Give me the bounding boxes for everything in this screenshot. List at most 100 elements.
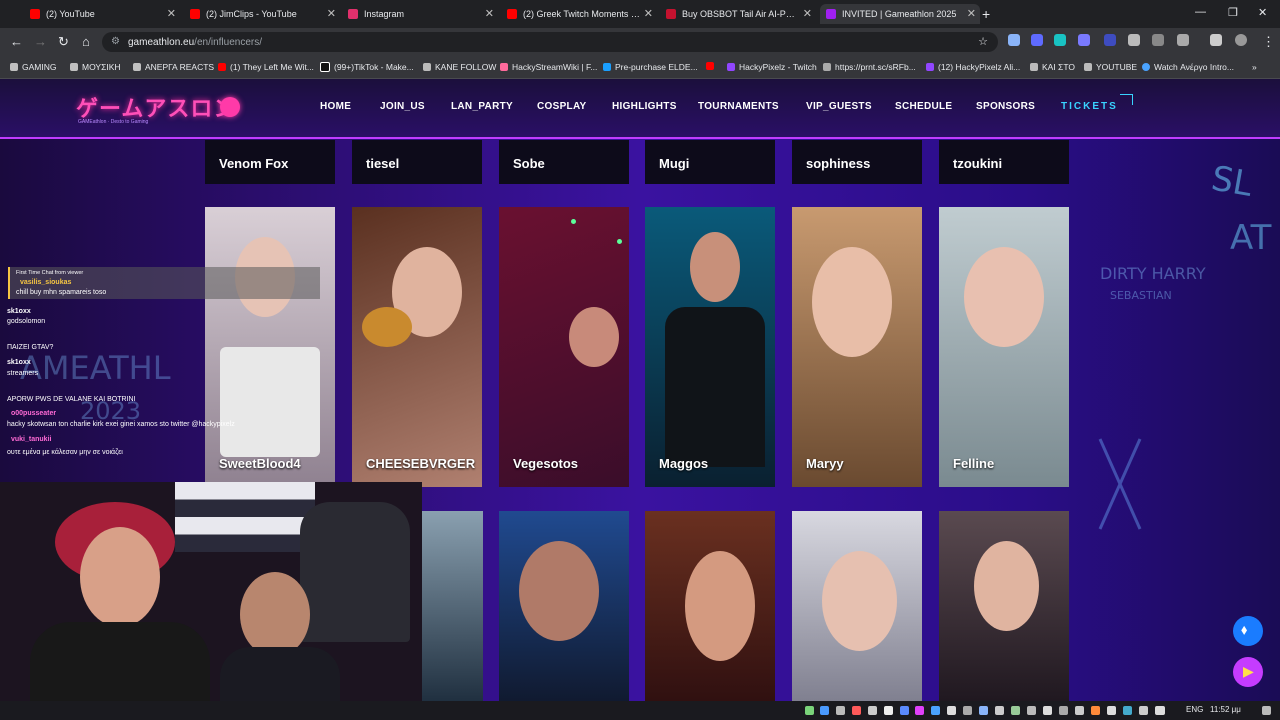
close-tab-icon[interactable]: ✕ bbox=[803, 7, 812, 20]
tray-icon[interactable] bbox=[1027, 706, 1036, 715]
influencer-card[interactable]: Sobe bbox=[499, 140, 629, 184]
tray-icon[interactable] bbox=[963, 706, 972, 715]
tray-icon[interactable] bbox=[900, 706, 909, 715]
extension-icon[interactable] bbox=[1054, 34, 1066, 46]
nav-tournaments[interactable]: TOURNAMENTS bbox=[698, 101, 779, 112]
extension-icon[interactable] bbox=[1031, 34, 1043, 46]
influencer-card[interactable]: tzoukini bbox=[939, 140, 1069, 184]
extension-icon[interactable] bbox=[1078, 34, 1090, 46]
tray-icon[interactable] bbox=[947, 706, 956, 715]
tab-youtube[interactable]: (2) YouTube ✕ bbox=[30, 4, 180, 24]
tab-instagram[interactable]: Instagram ✕ bbox=[348, 4, 498, 24]
nav-vip-guests[interactable]: VIP_GUESTS bbox=[806, 101, 872, 112]
bookmark-item[interactable]: HackyPixelz - Twitch bbox=[727, 62, 817, 72]
tray-icon[interactable] bbox=[836, 706, 845, 715]
more-bookmarks-icon[interactable]: » bbox=[1252, 62, 1257, 72]
tray-icon[interactable] bbox=[915, 706, 924, 715]
reload-icon[interactable]: ↻ bbox=[58, 34, 69, 50]
extension-icon[interactable] bbox=[1104, 34, 1116, 46]
mascot-badge-icon[interactable] bbox=[220, 97, 240, 117]
profile-avatar[interactable] bbox=[1235, 34, 1247, 46]
new-tab-icon[interactable]: + bbox=[982, 6, 990, 22]
volume-icon[interactable] bbox=[1043, 706, 1052, 715]
tray-icon[interactable] bbox=[931, 706, 940, 715]
influencer-card[interactable] bbox=[792, 511, 922, 701]
extension-icon[interactable] bbox=[1008, 34, 1020, 46]
extensions-puzzle-icon[interactable] bbox=[1177, 34, 1189, 46]
close-tab-icon[interactable]: ✕ bbox=[644, 7, 653, 20]
bookmark-item[interactable]: Watch Ανέργο Intro... bbox=[1142, 62, 1234, 72]
tray-icon[interactable] bbox=[1059, 706, 1068, 715]
site-info-icon[interactable]: ⚙ bbox=[111, 36, 120, 47]
bookmark-item[interactable]: YOUTUBE bbox=[1084, 62, 1137, 72]
influencer-card[interactable]: Maryy bbox=[792, 207, 922, 487]
nav-sponsors[interactable]: SPONSORS bbox=[976, 101, 1035, 112]
menu-icon[interactable]: ⋮ bbox=[1262, 34, 1275, 50]
nav-highlights[interactable]: HIGHLIGHTS bbox=[612, 101, 677, 112]
influencer-card[interactable] bbox=[939, 511, 1069, 701]
tab-gameathlon[interactable]: INVITED | Gameathlon 2025 ✕ bbox=[820, 4, 980, 24]
close-window-icon[interactable]: ✕ bbox=[1258, 6, 1267, 19]
minimize-icon[interactable]: — bbox=[1195, 6, 1206, 18]
influencer-card[interactable]: Vegesotos bbox=[499, 207, 629, 487]
influencer-card[interactable] bbox=[499, 511, 629, 701]
tray-icon[interactable] bbox=[868, 706, 877, 715]
language-indicator[interactable]: ENG bbox=[1186, 705, 1203, 714]
tray-icon[interactable] bbox=[1139, 706, 1148, 715]
bookmark-item[interactable]: HackyStreamWiki | F... bbox=[500, 62, 597, 72]
back-icon[interactable]: ← bbox=[10, 34, 23, 49]
bookmark-folder[interactable]: GAMING bbox=[10, 62, 56, 72]
bookmark-item[interactable]: https://prnt.sc/sRFb... bbox=[823, 62, 916, 72]
extension-icon[interactable] bbox=[1152, 34, 1164, 46]
bookmark-item[interactable]: KANE FOLLOW bbox=[423, 62, 496, 72]
play-fab-button[interactable]: ▶ bbox=[1233, 657, 1263, 687]
bookmark-item[interactable]: Pre-purchase ELDE... bbox=[603, 62, 698, 72]
home-icon[interactable]: ⌂ bbox=[82, 34, 90, 49]
close-tab-icon[interactable]: ✕ bbox=[967, 7, 976, 20]
tray-icon[interactable] bbox=[805, 706, 814, 715]
nav-schedule[interactable]: SCHEDULE bbox=[895, 101, 952, 112]
tray-icon[interactable] bbox=[979, 706, 988, 715]
influencer-card[interactable]: Mugi bbox=[645, 140, 775, 184]
nav-tickets[interactable]: TICKETS bbox=[1061, 101, 1118, 112]
restore-icon[interactable]: ❐ bbox=[1228, 6, 1238, 19]
clock[interactable]: 11:52 μμ bbox=[1210, 705, 1241, 714]
address-bar[interactable]: ⚙ gameathlon.eu/en/influencers/ ☆ bbox=[102, 32, 998, 52]
close-tab-icon[interactable]: ✕ bbox=[167, 7, 176, 20]
tab-jimclips[interactable]: (2) JimClips - YouTube ✕ bbox=[190, 4, 340, 24]
bookmark-item[interactable]: (99+)TikTok - Make... bbox=[320, 62, 414, 72]
nav-lan-party[interactable]: LAN_PARTY bbox=[451, 101, 513, 112]
tray-icon[interactable] bbox=[884, 706, 893, 715]
influencer-card[interactable]: Venom Fox bbox=[205, 140, 335, 184]
nav-cosplay[interactable]: COSPLAY bbox=[537, 101, 587, 112]
ticket-fab-button[interactable]: ⬧ bbox=[1233, 616, 1263, 646]
bookmark-folder[interactable]: ΜΟΥΣΙΚΗ bbox=[70, 62, 121, 72]
tray-icon[interactable] bbox=[852, 706, 861, 715]
bookmark-item[interactable]: ΚΑΙ ΣΤΟ bbox=[1030, 62, 1075, 72]
nav-home[interactable]: HOME bbox=[320, 101, 351, 112]
tab-greek-twitch[interactable]: (2) Greek Twitch Moments #12... ✕ bbox=[507, 4, 657, 24]
network-icon[interactable] bbox=[1156, 706, 1165, 715]
influencer-card[interactable]: CHEESEBVRGER bbox=[352, 207, 482, 487]
tray-icon[interactable] bbox=[1075, 706, 1084, 715]
influencer-card[interactable]: tiesel bbox=[352, 140, 482, 184]
tab-obsbot[interactable]: Buy OBSBOT Tail Air AI-Powere... ✕ bbox=[666, 4, 816, 24]
influencer-card[interactable]: Maggos bbox=[645, 207, 775, 487]
tray-icon[interactable] bbox=[995, 706, 1004, 715]
nav-join-us[interactable]: JOIN_US bbox=[380, 101, 425, 112]
influencer-card[interactable]: sophiness bbox=[792, 140, 922, 184]
close-tab-icon[interactable]: ✕ bbox=[485, 7, 494, 20]
influencer-card[interactable]: Felline bbox=[939, 207, 1069, 487]
bookmark-folder[interactable]: ΑΝΕΡΓΑ REACTS bbox=[133, 62, 214, 72]
bookmark-item[interactable]: (1) They Left Me Wit... bbox=[218, 62, 314, 72]
media-icon[interactable] bbox=[1210, 34, 1222, 46]
tray-icon[interactable] bbox=[1091, 706, 1100, 715]
tray-icon[interactable] bbox=[1123, 706, 1132, 715]
influencer-card[interactable] bbox=[422, 511, 483, 701]
close-tab-icon[interactable]: ✕ bbox=[327, 7, 336, 20]
tray-icon[interactable] bbox=[1011, 706, 1020, 715]
forward-icon[interactable]: → bbox=[34, 34, 47, 49]
bookmark-item[interactable] bbox=[706, 62, 718, 70]
bookmark-star-icon[interactable]: ☆ bbox=[978, 35, 988, 48]
extension-icon[interactable] bbox=[1128, 34, 1140, 46]
